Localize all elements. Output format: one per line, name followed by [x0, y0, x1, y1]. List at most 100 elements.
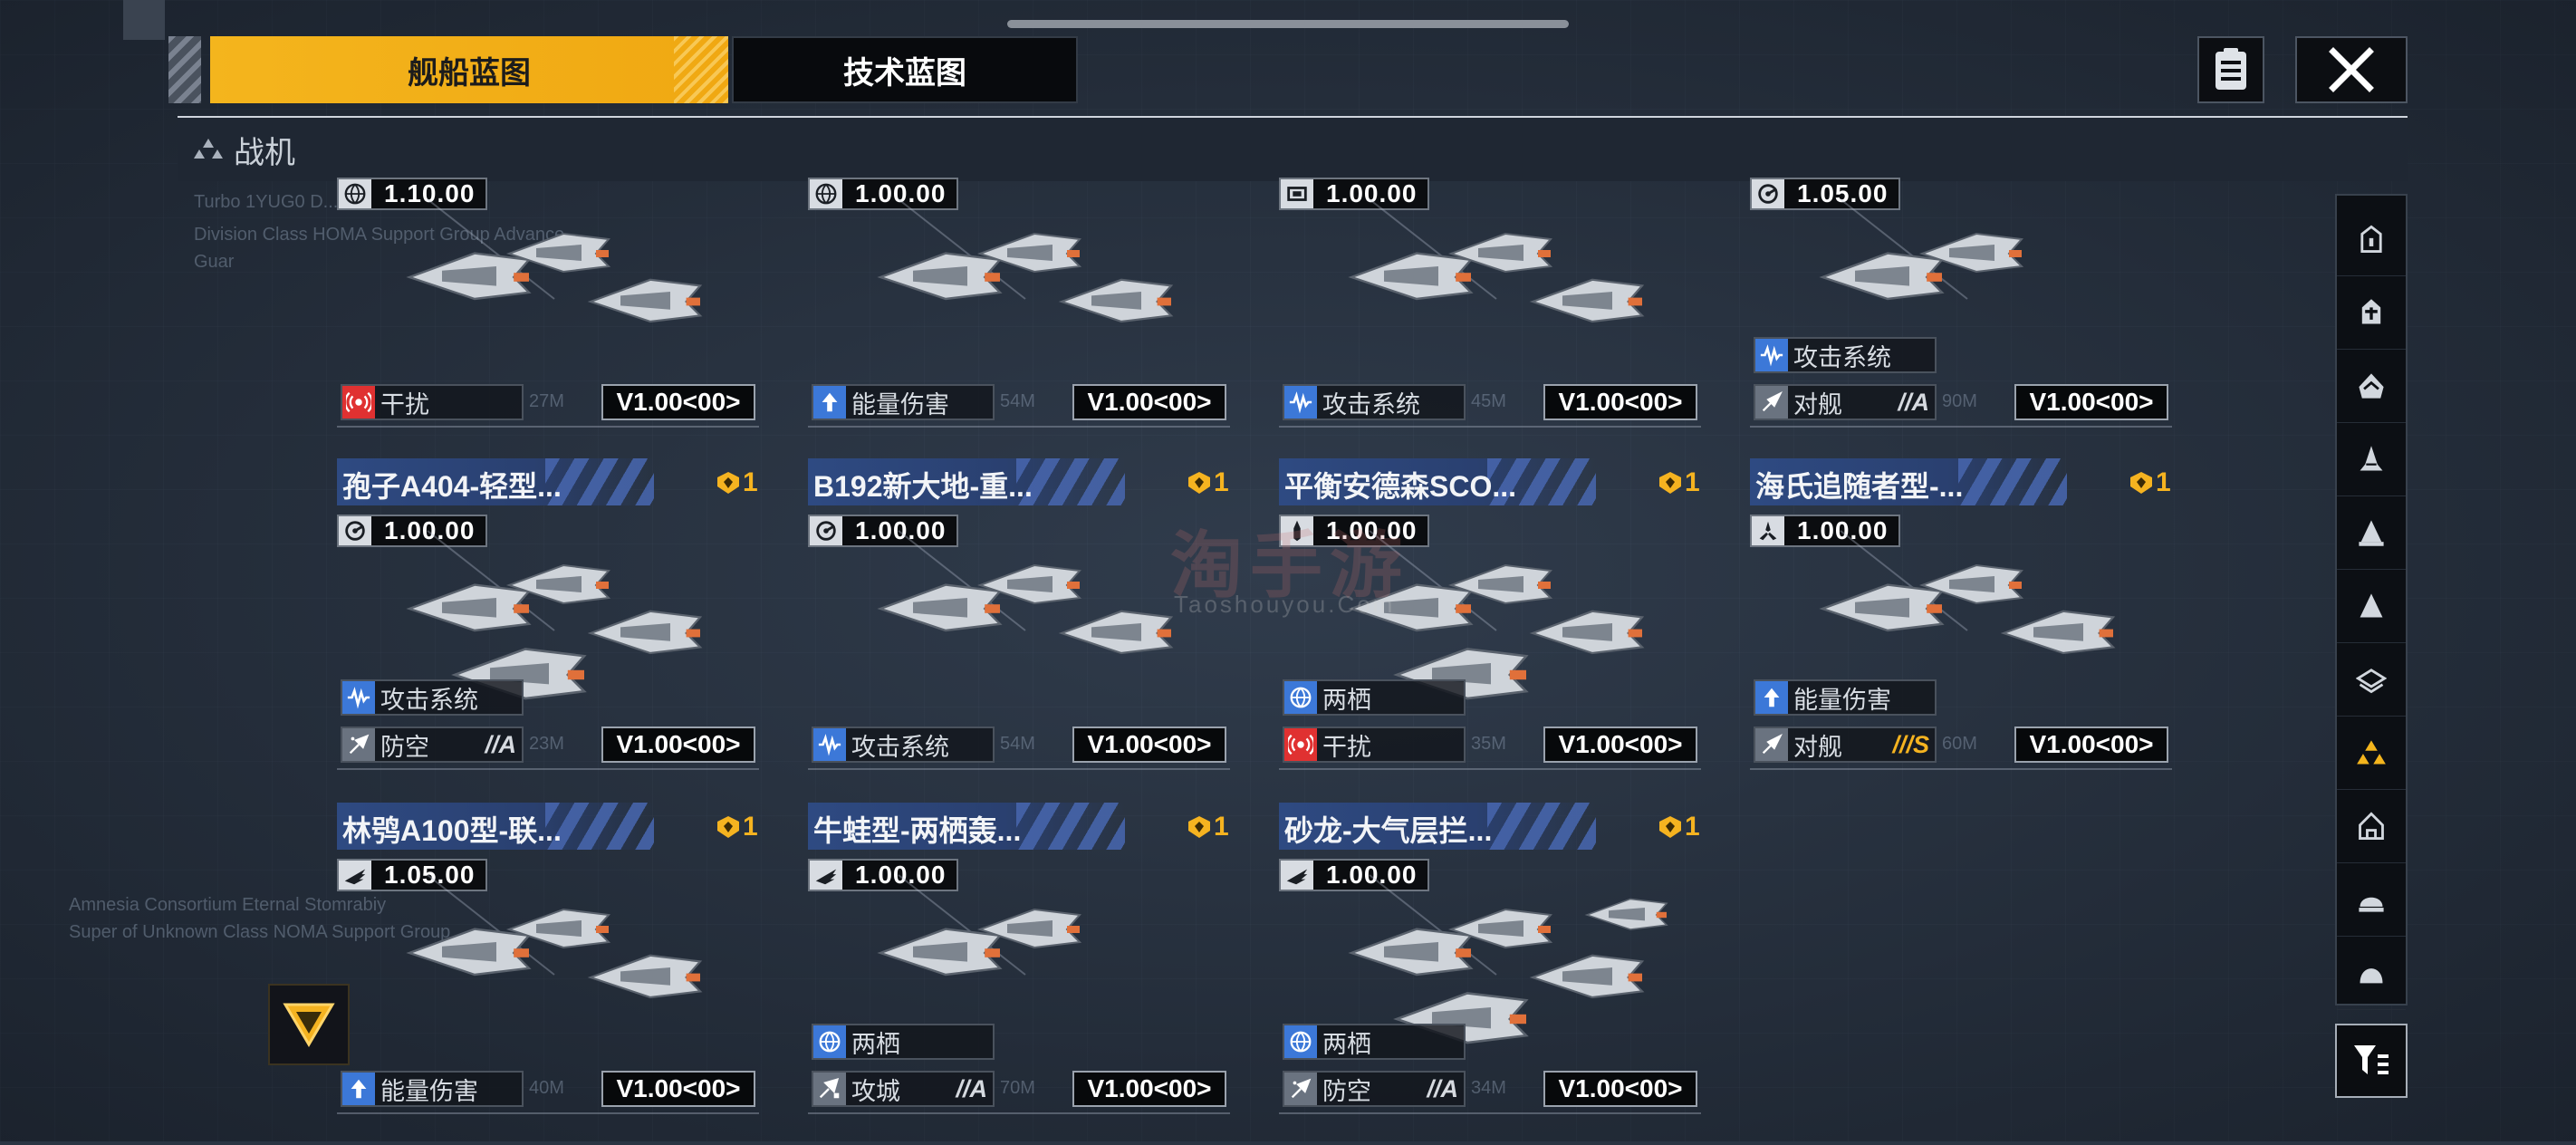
blueprint-card[interactable]: 1.00.00 能量伤害 54M V1.00<00> [808, 0, 1234, 428]
rank-count: 1 [1685, 467, 1700, 497]
role-tag: 对舰 ///S [1754, 726, 1937, 763]
notes-button[interactable] [2197, 36, 2264, 103]
ship-class-filter [2335, 194, 2408, 1010]
filter-auxiliary[interactable] [2337, 496, 2406, 570]
background-note: Turbo 1YUG0 D... [194, 192, 339, 212]
trait-label: 攻击系统 [1793, 343, 1891, 371]
price-tag[interactable]: V1.00<00> [1072, 726, 1226, 763]
trait-tag: 两栖 [812, 1024, 995, 1060]
price-tag[interactable]: V1.00<00> [1543, 1071, 1697, 1107]
cruiser-icon [2359, 373, 2384, 399]
price-tag[interactable]: V1.00<00> [1543, 726, 1697, 763]
role-label: 对舰 [1793, 733, 1842, 761]
card-divider [1750, 768, 2172, 770]
trait-label: 两栖 [851, 1030, 900, 1058]
filter-funnel-icon [2354, 1045, 2389, 1074]
price-tag[interactable]: V1.00<00> [601, 1071, 755, 1107]
rank-count: 1 [1214, 812, 1229, 842]
energy-up-icon [1764, 688, 1780, 707]
ship-formation [1786, 522, 2167, 703]
anti-ship-icon [1762, 391, 1783, 412]
ship-model [1348, 928, 1474, 977]
price-tag[interactable]: V1.00<00> [2014, 384, 2168, 420]
card-name: 海氏追随者型-... [1755, 470, 1964, 503]
role-tag: 攻城 //A [812, 1071, 995, 1107]
trait-icon [1755, 339, 1788, 371]
attack-wave-icon [818, 734, 841, 756]
distance-label: 35M [1471, 734, 1506, 754]
ship-formation [844, 866, 1225, 1047]
role-grade: //A [956, 1074, 987, 1102]
card-divider [1279, 768, 1701, 770]
filter-button[interactable] [2335, 1024, 2408, 1098]
role-label: 对舰 [1793, 390, 1842, 419]
role-icon [342, 728, 375, 761]
energy-up-icon [822, 392, 838, 412]
fighter-class-icon [190, 131, 226, 168]
blueprint-card[interactable]: 砂龙-大气层拦... 1 1.00.00 两栖 防空 //A 34M V1.00… [1279, 803, 1705, 1145]
role-icon [342, 386, 375, 419]
trait-icon [1284, 1025, 1317, 1058]
filter-destroyer[interactable] [2337, 276, 2406, 350]
attack-wave-icon [1760, 344, 1783, 367]
price-tag[interactable]: V1.00<00> [601, 726, 755, 763]
price-tag[interactable]: V1.00<00> [1072, 384, 1226, 420]
collapse-triangle-icon [283, 1003, 335, 1047]
filter-corvette[interactable] [2337, 790, 2406, 863]
blueprint-card[interactable]: 牛蛙型-两栖轰... 1 1.00.00 两栖 攻城 //A 70M V1.00… [808, 803, 1234, 1145]
frigate-icon [2360, 225, 2382, 254]
ship-model [877, 252, 1003, 301]
rank-emblem-icon [1659, 816, 1681, 838]
filter-carrier[interactable] [2337, 570, 2406, 643]
role-tag: 能量伤害 [341, 1071, 524, 1107]
rank-count: 1 [1214, 467, 1229, 497]
filter-cruiser[interactable] [2337, 350, 2406, 423]
price-tag[interactable]: V1.00<00> [2014, 726, 2168, 763]
filter-gunship[interactable] [2337, 863, 2406, 937]
globe-icon [344, 183, 366, 205]
rank-emblem-icon [1188, 816, 1210, 838]
blueprint-card[interactable]: 1.10.00 干扰 27M V1.00<00> [337, 0, 763, 428]
collapse-button[interactable] [268, 984, 350, 1065]
distance-label: 45M [1471, 391, 1506, 411]
price-tag[interactable]: V1.00<00> [1072, 1071, 1226, 1107]
blueprint-card[interactable]: 孢子A404-轻型... 1 1.00.00 攻击系统 防空 //A 23M V… [337, 458, 763, 801]
filter-battleship[interactable] [2337, 643, 2406, 717]
blueprint-card[interactable]: 1.00.00 攻击系统 45M V1.00<00> [1279, 0, 1705, 428]
role-grade: //A [485, 730, 516, 758]
distance-label: 54M [1000, 734, 1035, 754]
ship-formation-art [406, 530, 703, 700]
background-note: Guar [194, 252, 235, 272]
rank-badge: 1 [2129, 467, 2171, 498]
filter-dome[interactable] [2337, 937, 2406, 1010]
radar-icon [345, 521, 365, 541]
price-tag[interactable]: V1.00<00> [601, 384, 755, 420]
jamming-icon [1288, 734, 1313, 755]
amphibious-globe-icon [1290, 1031, 1312, 1053]
attack-wave-icon [1289, 391, 1312, 414]
role-icon [342, 1073, 375, 1105]
blueprint-card[interactable]: 1.05.00 攻击系统 对舰 //A 90M V1.00<00> [1750, 0, 2176, 428]
attack-wave-icon [347, 687, 370, 709]
blueprint-card[interactable]: 海氏追随者型-... 1 1.00.00 能量伤害 对舰 ///S 60M V1… [1750, 458, 2176, 801]
filter-fighter[interactable] [2337, 717, 2406, 790]
corner-block [123, 0, 165, 40]
dome-icon [2360, 968, 2383, 984]
close-button[interactable] [2295, 36, 2408, 103]
role-tag: 防空 //A [1283, 1071, 1466, 1107]
card-divider [337, 1112, 759, 1114]
price-tag[interactable]: V1.00<00> [1543, 384, 1697, 420]
blueprint-card[interactable]: 林鸮A100型-联... 1 1.05.00 能量伤害 40M V1.00<00… [337, 803, 763, 1145]
filter-battlecruiser[interactable] [2337, 423, 2406, 496]
siege-icon [819, 1078, 840, 1099]
rank-badge: 1 [716, 467, 758, 498]
trait-label: 能量伤害 [1793, 686, 1891, 714]
category-title: 战机 [234, 135, 295, 170]
battlecruiser-icon [2360, 446, 2383, 471]
module-icon [1287, 187, 1307, 201]
close-x-icon [2329, 47, 2374, 92]
ship-model [587, 610, 703, 655]
rank-badge: 1 [716, 812, 758, 842]
ship-formation [1315, 190, 1696, 371]
filter-frigate[interactable] [2337, 203, 2406, 276]
